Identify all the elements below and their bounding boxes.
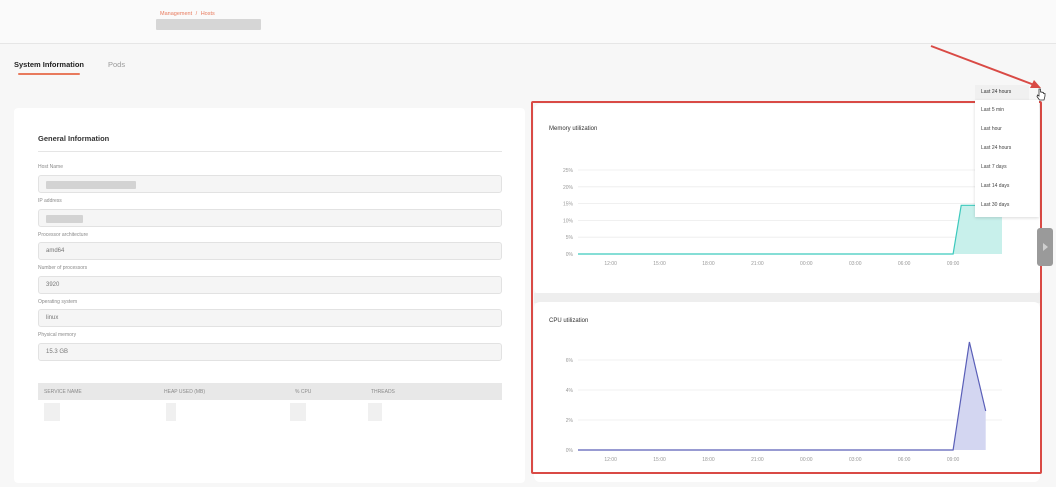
table-header: SERVICE NAME HEAP USED (MB) % CPU THREAD… bbox=[38, 383, 502, 400]
physical-memory-field: 15.3 GB bbox=[38, 343, 502, 361]
breadcrumb-current[interactable]: Hosts bbox=[201, 11, 215, 17]
memory-y-tick-label: 10% bbox=[563, 218, 574, 224]
memory-x-tick-label: 18:00 bbox=[702, 261, 715, 267]
host-name-label: Host Name bbox=[38, 164, 64, 170]
memory-utilization-chart: 0% 5% 10% 15% 20% 25% 12:00 15:00 18:00 21:00 00:0… bbox=[563, 168, 1003, 267]
cpu-series-area bbox=[578, 342, 986, 450]
cpu-x-tick-label: 21:00 bbox=[751, 457, 764, 463]
chevron-right-icon bbox=[1043, 243, 1048, 251]
annotation-arrowhead-icon bbox=[1030, 80, 1041, 88]
time-range-option-14d[interactable]: Last 14 days bbox=[981, 183, 1009, 189]
cpu-y-tick-label: 4% bbox=[566, 388, 574, 394]
time-range-option-30d[interactable]: Last 30 days bbox=[981, 202, 1009, 208]
operating-system-field: linux bbox=[38, 309, 502, 327]
redacted-value bbox=[46, 215, 83, 223]
processor-architecture-field: amd64 bbox=[38, 242, 502, 260]
redacted-cell bbox=[368, 403, 382, 421]
breadcrumb-parent-link[interactable]: Management bbox=[160, 11, 192, 17]
column-header-heap-used[interactable]: HEAP USED (MB) bbox=[164, 389, 205, 395]
memory-x-tick-label: 00:00 bbox=[800, 261, 813, 267]
memory-y-tick-label: 25% bbox=[563, 168, 574, 174]
cpu-series-line bbox=[578, 341, 987, 451]
breadcrumb: Management / Hosts bbox=[160, 11, 215, 17]
cpu-utilization-chart: 0% 2% 4% 6% 12:00 15:00 18:00 21:00 00:00 03:00 06… bbox=[566, 341, 1002, 463]
memory-x-tick-label: 06:00 bbox=[898, 261, 911, 267]
general-information-panel: General Information Host Name IP address… bbox=[14, 108, 525, 483]
memory-y-tick-label: 0% bbox=[566, 252, 574, 258]
annotation-arrow-icon bbox=[930, 45, 1038, 87]
redacted-cell bbox=[44, 403, 60, 421]
cpu-x-tick-label: 12:00 bbox=[604, 457, 617, 463]
operating-system-label: Operating system bbox=[38, 299, 78, 305]
time-range-dropdown-menu: Last 5 min Last hour Last 24 hours Last … bbox=[975, 100, 1039, 217]
section-title: General Information bbox=[38, 134, 110, 143]
column-header-service-name[interactable]: SERVICE NAME bbox=[44, 389, 82, 395]
column-header-threads[interactable]: THREADS bbox=[371, 389, 395, 395]
memory-x-tick-label: 03:00 bbox=[849, 261, 862, 267]
active-tab-indicator bbox=[18, 73, 80, 75]
column-header-cpu[interactable]: % CPU bbox=[295, 389, 311, 395]
redacted-value bbox=[46, 181, 136, 189]
number-of-processors-label: Number of processors bbox=[38, 265, 88, 271]
memory-y-tick-label: 15% bbox=[563, 202, 574, 208]
redacted-cell bbox=[166, 403, 176, 421]
hand-cursor-icon bbox=[1036, 88, 1046, 101]
cpu-x-tick-label: 15:00 bbox=[653, 457, 666, 463]
page-title-redacted bbox=[156, 19, 261, 30]
number-of-processors-field: 3920 bbox=[38, 276, 502, 294]
tab-pods[interactable]: Pods bbox=[108, 60, 125, 69]
cpu-x-tick-label: 18:00 bbox=[702, 457, 715, 463]
ip-address-field bbox=[38, 209, 502, 227]
memory-x-tick-label: 15:00 bbox=[653, 261, 666, 267]
cpu-y-tick-label: 2% bbox=[566, 418, 574, 424]
top-bar: Management / Hosts bbox=[0, 0, 1056, 44]
processor-architecture-label: Processor architecture bbox=[38, 232, 89, 238]
redacted-cell bbox=[290, 403, 306, 421]
tab-system-information[interactable]: System Information bbox=[14, 60, 84, 69]
memory-utilization-card: Memory utilization 0% 5% 10% 15% 20% 25% 12:00… bbox=[534, 104, 1040, 294]
utilization-charts-panel: Memory utilization 0% 5% 10% 15% 20% 25% 12:00… bbox=[534, 104, 1040, 482]
ip-address-label: IP address bbox=[38, 198, 62, 204]
divider bbox=[38, 151, 502, 152]
cpu-utilization-card: CPU utilization 0% 2% 4% 6% 12:00 15:00 18:00 2… bbox=[534, 302, 1040, 482]
service-table: SERVICE NAME HEAP USED (MB) % CPU THREAD… bbox=[38, 383, 502, 421]
cpu-x-tick-label: 06:00 bbox=[898, 457, 911, 463]
time-range-option-24h[interactable]: Last 24 hours bbox=[981, 145, 1011, 151]
cpu-y-tick-label: 0% bbox=[566, 448, 574, 454]
physical-memory-label: Physical memory bbox=[38, 332, 77, 338]
time-range-option-5min[interactable]: Last 5 min bbox=[981, 107, 1004, 113]
memory-series-line bbox=[578, 204, 1002, 255]
host-name-field bbox=[38, 175, 502, 193]
memory-y-tick-label: 5% bbox=[566, 235, 574, 241]
cpu-x-tick-label: 03:00 bbox=[849, 457, 862, 463]
memory-series-area bbox=[578, 205, 1002, 254]
memory-x-tick-label: 12:00 bbox=[604, 261, 617, 267]
memory-y-tick-label: 20% bbox=[563, 185, 574, 191]
memory-x-tick-label: 09:00 bbox=[947, 261, 960, 267]
breadcrumb-separator: / bbox=[195, 11, 198, 17]
memory-x-tick-label: 21:00 bbox=[751, 261, 764, 267]
time-range-select[interactable]: Last 24 hours bbox=[975, 85, 1029, 100]
cpu-y-tick-label: 6% bbox=[566, 358, 574, 364]
time-range-option-hour[interactable]: Last hour bbox=[981, 126, 1002, 132]
cpu-x-tick-label: 00:00 bbox=[800, 457, 813, 463]
time-range-option-7d[interactable]: Last 7 days bbox=[981, 164, 1007, 170]
cpu-x-tick-label: 09:00 bbox=[947, 457, 960, 463]
